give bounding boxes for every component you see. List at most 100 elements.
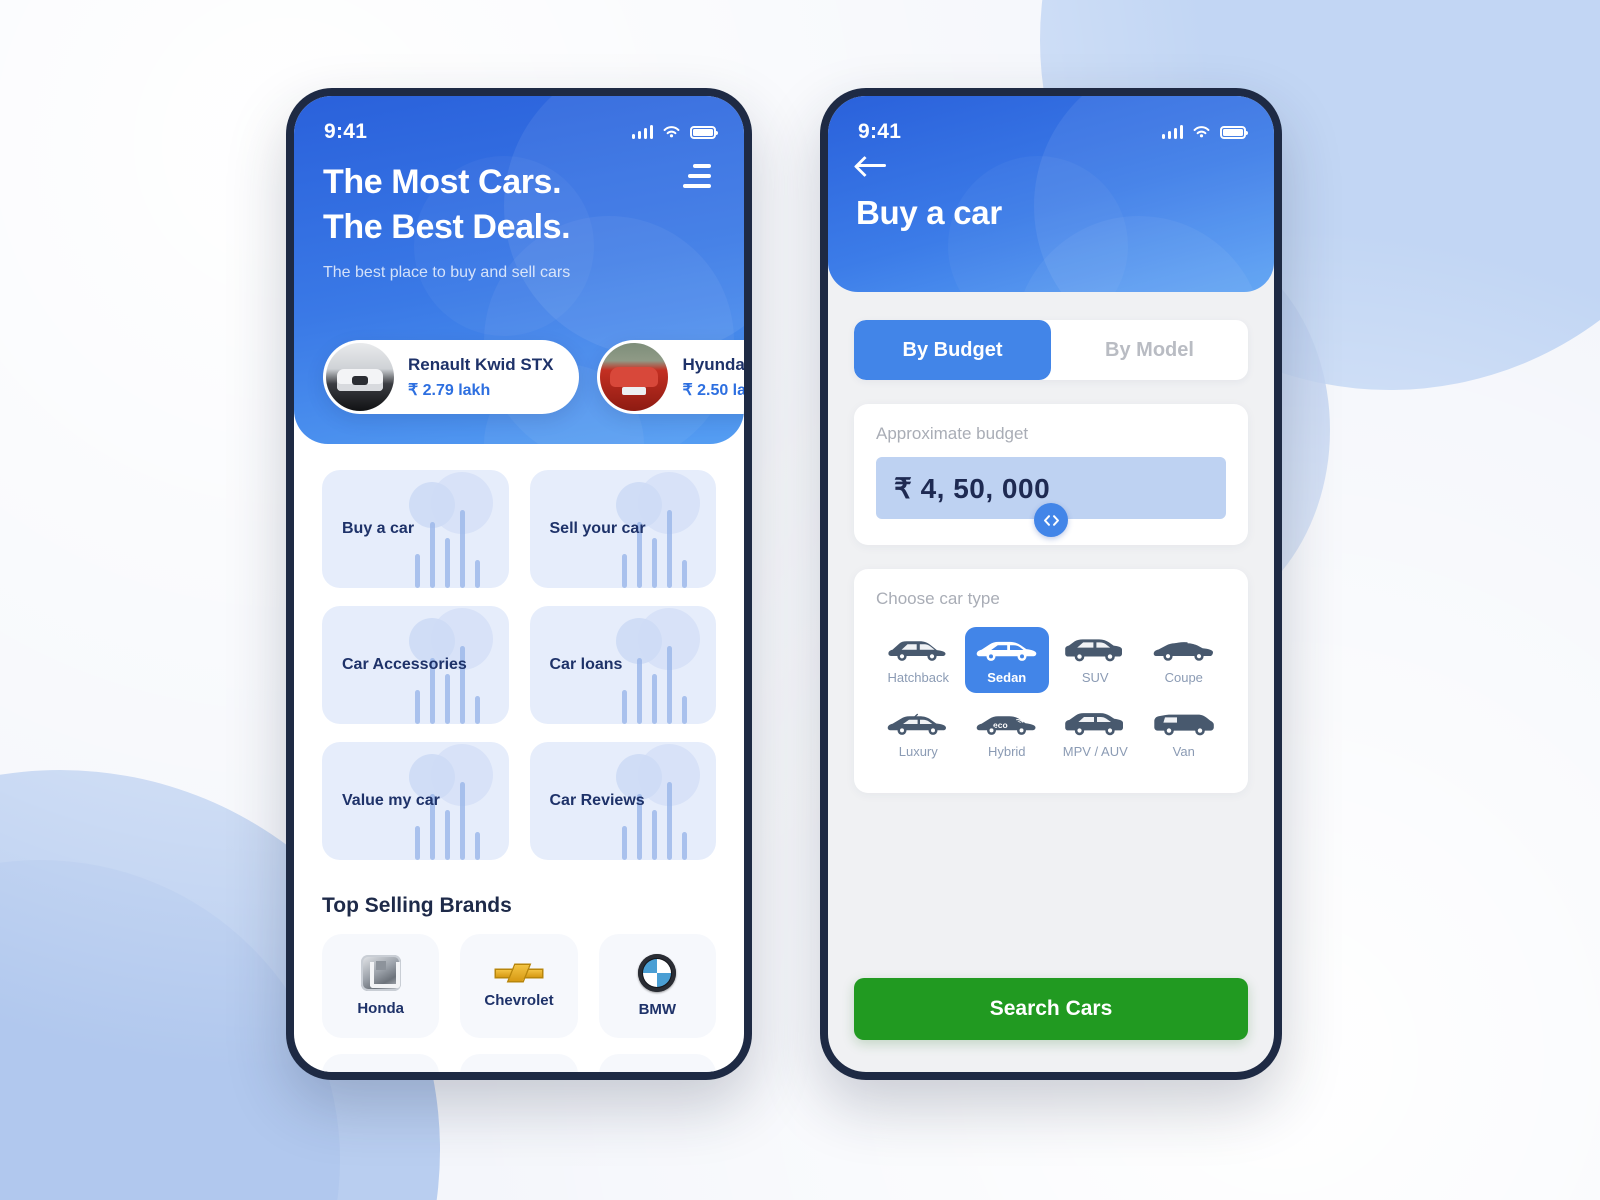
menu-card-sell-your-car[interactable]: Sell your car [529,470,716,588]
menu-card-value-my-car[interactable]: Value my car [322,742,509,860]
menu-card-car-accessories[interactable]: Car Accessories [322,606,509,724]
deco-bar-1 [622,826,627,860]
deco-bar-3 [652,674,657,724]
budget-panel: Approximate budget ₹ 4, 50, 000 [854,404,1248,545]
status-bar-home: 9:41 [294,96,744,152]
brand-name: BMW [638,1001,677,1018]
car-type-mpv[interactable]: MPV / AUV [1053,701,1138,767]
luxury-icon [887,713,947,735]
car-type-sedan[interactable]: Sedan [964,627,1049,693]
hamburger-line-3 [683,184,711,188]
featured-car-card[interactable]: Hyundai Gr ₹ 2.50 lak [597,340,744,414]
car-type-label-text: Hybrid [987,744,1026,759]
deco-bar-4 [459,510,465,588]
deco-bar-1 [414,826,420,860]
buy-a-car-screen: 9:41 Buy a car By Budget By Model Approx… [828,96,1274,1072]
car-type-label-text: SUV [1081,670,1109,685]
brands-grid: Honda Chevrolet BMW [294,918,744,1072]
deco-bar-5 [682,832,687,860]
menu-card-car-loans[interactable]: Car loans [529,606,716,724]
status-icons [631,125,718,139]
car-type-label-text: Coupe [1164,670,1203,685]
search-cars-button[interactable]: Search Cars [854,978,1248,1040]
top-selling-brands-heading: Top Selling Brands [322,894,512,917]
brand-card-toyota[interactable] [322,1054,440,1072]
brand-card-nissan[interactable] [460,1054,578,1072]
brand-card-chevrolet[interactable]: Chevrolet [460,934,578,1038]
hamburger-line-1 [693,164,711,168]
home-screen: 9:41 The Most Cars. The Best Deals. The … [294,96,744,1072]
deco-bar-4 [667,782,672,860]
featured-car-name: Renault Kwid STX [408,354,554,374]
car-type-van[interactable]: Van [1142,701,1227,767]
brand-card-mitsubishi[interactable] [598,1054,716,1072]
brand-card-honda[interactable]: Honda [322,934,440,1038]
budget-slider[interactable]: ₹ 4, 50, 000 [876,457,1226,537]
featured-car-name: Hyundai Gr [682,354,744,374]
menu-card-label: Buy a car [342,520,415,537]
menu-card-decoration [401,470,509,588]
featured-cars-carousel[interactable]: Renault Kwid STX ₹ 2.79 lakh Hyundai Gr … [323,340,744,414]
chevron-left-right-icon [1043,514,1059,526]
buy-a-car-body: 9:41 Buy a car By Budget By Model Approx… [828,96,1274,1072]
menu-card-label: Car loans [549,656,623,673]
battery-full-icon [1220,125,1248,139]
buy-a-car-content: By Budget By Model Approximate budget ₹ … [828,292,1274,1072]
deco-bar-1 [414,690,420,724]
car-type-suv[interactable]: SUV [1053,627,1138,693]
signal-bars-icon [631,125,653,139]
hamburger-menu-icon[interactable] [683,164,711,188]
buy-a-car-header: 9:41 Buy a car [828,96,1274,292]
hamburger-line-2 [688,174,711,178]
menu-card-label: Value my car [342,792,440,809]
brand-name: Honda [357,1000,404,1017]
brand-card-bmw[interactable]: BMW [598,934,716,1038]
menu-card-car-reviews[interactable]: Car Reviews [529,742,716,860]
featured-car-text: Renault Kwid STX ₹ 2.79 lakh [408,355,553,400]
deco-bar-1 [414,554,420,588]
hero-subtitle: The best place to buy and sell cars [323,263,571,281]
deco-bar-3 [652,810,657,860]
featured-car-text: Hyundai Gr ₹ 2.50 lak [682,355,744,400]
car-type-hybrid[interactable]: eco Hybrid [965,701,1050,767]
phone-mockup-home: 9:41 The Most Cars. The Best Deals. The … [286,88,752,1080]
car-type-label: Choose car type [876,589,1000,608]
search-mode-tabs: By Budget By Model [854,320,1248,380]
deco-bar-4 [667,510,672,588]
deco-bar-2 [429,522,435,588]
menu-card-buy-a-car[interactable]: Buy a car [322,470,509,588]
hatchback-icon [888,641,946,661]
suv-icon [1065,639,1123,662]
tab-by-model[interactable]: By Model [1051,320,1248,380]
brand-name: Chevrolet [484,992,554,1009]
car-type-hatchback[interactable]: Hatchback [876,627,961,693]
renault-kwid-photo [326,343,394,411]
page-background [0,0,1600,1200]
car-type-coupe[interactable]: Coupe [1142,627,1227,693]
car-type-luxury[interactable]: Luxury [876,701,961,767]
tab-by-budget[interactable]: By Budget [854,320,1051,380]
chevrolet-logo [495,963,542,983]
page-title: Buy a car [856,194,1002,231]
status-icons [1161,125,1248,139]
hero-title: The Most Cars. The Best Deals. [323,160,744,250]
slider-handle-icon[interactable] [1034,503,1068,537]
car-type-panel: Choose car type Hatchback Sedan SUV Coup… [854,569,1248,793]
honda-logo [360,955,401,991]
phone-mockup-buy-a-car: 9:41 Buy a car By Budget By Model Approx… [820,88,1282,1080]
budget-label: Approximate budget [876,424,1029,443]
van-icon [1154,714,1214,736]
deco-bar-5 [474,696,480,724]
car-type-label-text: Hatchback [887,670,949,685]
car-type-label-text: Luxury [898,744,938,759]
deco-bar-3 [444,674,450,724]
featured-car-card[interactable]: Renault Kwid STX ₹ 2.79 lakh [323,340,580,414]
back-arrow-icon[interactable] [856,154,888,176]
featured-car-price: ₹ 2.50 lak [682,381,744,399]
featured-car-price: ₹ 2.79 lakh [408,381,491,399]
hero-title-line-2: The Best Deals. [323,207,571,246]
deco-bar-4 [459,782,465,860]
deco-bar-2 [637,658,642,724]
deco-bar-1 [622,554,627,588]
background-wash [0,0,1600,1200]
